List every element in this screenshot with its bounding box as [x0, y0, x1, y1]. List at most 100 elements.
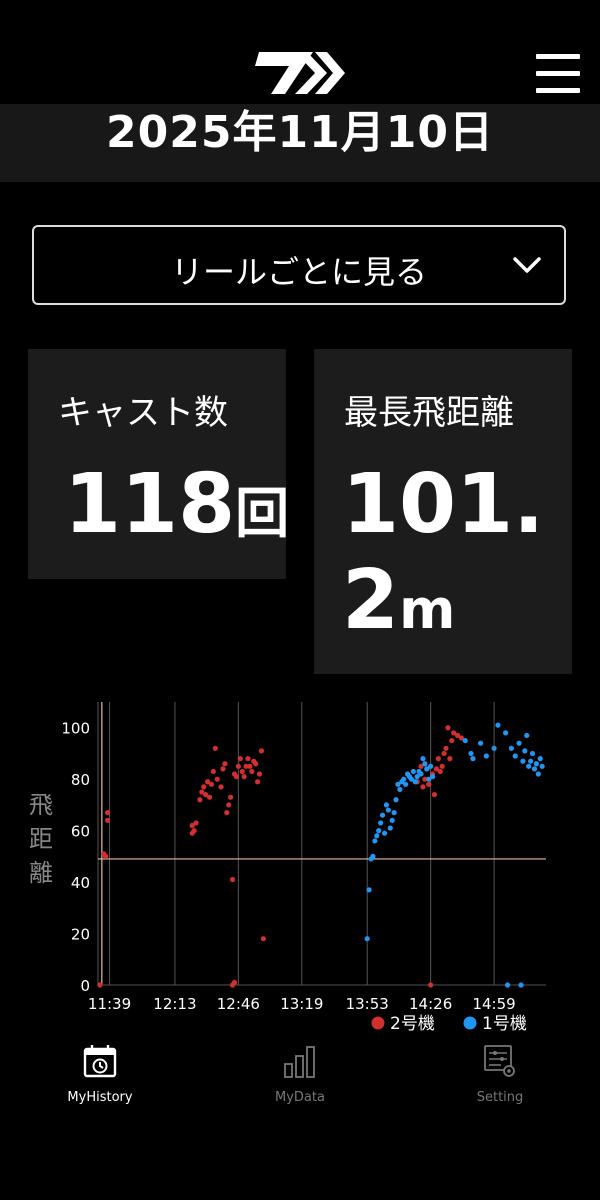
distance-scatter-chart: 0 20 40 60 80 100 11:39 12:13 12:46 13:19 13:53 14:…	[61, 702, 546, 1034]
chart-point	[379, 812, 386, 818]
view-mode-select[interactable]: リールごとに見る	[32, 225, 566, 305]
tab-myhistory[interactable]: MyHistory	[0, 1040, 200, 1130]
chart-point	[412, 779, 418, 785]
chart-point	[420, 756, 426, 762]
chart-point	[445, 725, 451, 731]
chart-point	[105, 817, 111, 823]
chart-point	[522, 748, 528, 754]
chart-point	[254, 779, 261, 785]
chart-point	[233, 774, 240, 780]
chart-x-tick-label: 14:59	[472, 995, 515, 1013]
chart-x-tick-label: 13:53	[346, 995, 389, 1013]
chart-point	[470, 756, 476, 762]
chart-point	[535, 771, 541, 777]
chart-point	[431, 792, 438, 798]
hamburger-menu-icon[interactable]	[536, 54, 580, 94]
chart-point	[197, 797, 203, 803]
chart-point	[208, 781, 215, 787]
chart-point	[508, 745, 514, 751]
chart-point	[391, 810, 397, 816]
chart-point	[428, 763, 434, 769]
chart-point	[401, 776, 407, 782]
chart-point	[193, 820, 199, 826]
chart-y-tick-label: 40	[71, 874, 90, 892]
chart-point	[226, 802, 232, 808]
chart-point	[383, 802, 390, 808]
chart-point	[529, 750, 536, 757]
chart-point	[201, 784, 207, 790]
chart-point	[258, 748, 265, 754]
tab-setting[interactable]: Setting	[400, 1040, 600, 1130]
chart-point	[512, 753, 518, 759]
chart-point	[449, 737, 455, 744]
chart-point	[468, 750, 474, 757]
settings-sliders-icon	[484, 1045, 515, 1077]
tab-setting-label: Setting	[476, 1090, 524, 1105]
cast-count-title: キャスト数	[58, 393, 228, 433]
chart-point	[426, 781, 432, 787]
cast-count-unit: 回	[235, 482, 290, 545]
chart-point	[220, 766, 226, 772]
chart-point	[533, 761, 539, 767]
max-distance-unit: m	[399, 578, 456, 641]
chart-point	[224, 810, 230, 816]
chart-point	[105, 810, 111, 816]
bottom-tab-bar: MyHistory MyData Setting	[0, 1040, 600, 1130]
chart-point	[422, 761, 428, 767]
chart-point	[418, 771, 424, 777]
chart-point	[372, 838, 378, 844]
chart-point	[503, 730, 509, 736]
chart-point	[249, 768, 255, 775]
chart-point	[212, 745, 218, 751]
chart-point	[495, 722, 501, 728]
chart-point	[387, 825, 393, 831]
chart-point	[539, 763, 545, 769]
chart-point	[524, 732, 530, 739]
chart-y-tick-label: 100	[61, 720, 90, 738]
chart-point	[229, 876, 236, 883]
chart-legend-marker	[371, 1016, 385, 1030]
bar-chart-icon	[284, 1046, 315, 1078]
app-header: 2025年11月10日	[0, 0, 600, 182]
chart-point	[520, 758, 526, 764]
chart-point	[239, 768, 245, 775]
chart-point	[228, 794, 234, 800]
chart-point	[376, 828, 382, 834]
chart-y-tick-label: 0	[80, 977, 90, 995]
max-distance-value: 101.2m	[342, 457, 562, 658]
chart-point	[374, 833, 380, 839]
chart-legend-marker	[463, 1016, 477, 1030]
chart-point	[235, 763, 241, 769]
max-distance-title: 最長飛距離	[344, 393, 514, 433]
chevron-down-icon	[513, 257, 541, 273]
page-title-date: 2025年11月10日	[106, 107, 494, 158]
chart-point	[191, 828, 197, 834]
chart-x-tick-label: 12:13	[153, 995, 196, 1013]
chart-point	[222, 761, 228, 767]
chart-point	[231, 979, 238, 986]
chart-point	[403, 781, 409, 787]
chart-point	[504, 982, 511, 988]
chart-point	[420, 784, 426, 790]
chart-y-tick-label: 20	[71, 926, 90, 944]
chart-point	[389, 817, 395, 823]
chart-point	[366, 887, 372, 893]
cast-count-card: キャスト数 118回	[28, 349, 289, 579]
chart-point	[210, 768, 216, 775]
chart-point	[237, 756, 243, 762]
chart-point	[441, 750, 447, 757]
chart-point	[393, 797, 399, 803]
chart-point	[491, 745, 497, 751]
tab-mydata[interactable]: MyData	[200, 1040, 400, 1130]
chart-point	[364, 936, 370, 942]
chart-point	[462, 737, 468, 744]
chart-point	[439, 763, 445, 769]
cast-count-value: 118回	[64, 457, 289, 552]
chart-x-tick-label: 12:46	[217, 995, 260, 1013]
chart-point	[516, 740, 522, 746]
chart-point	[528, 758, 534, 764]
chart-legend-label: 2号機	[390, 1014, 435, 1034]
chart-point	[518, 982, 524, 988]
chart-x-tick-label: 11:39	[88, 995, 131, 1013]
chart-point	[247, 763, 253, 769]
